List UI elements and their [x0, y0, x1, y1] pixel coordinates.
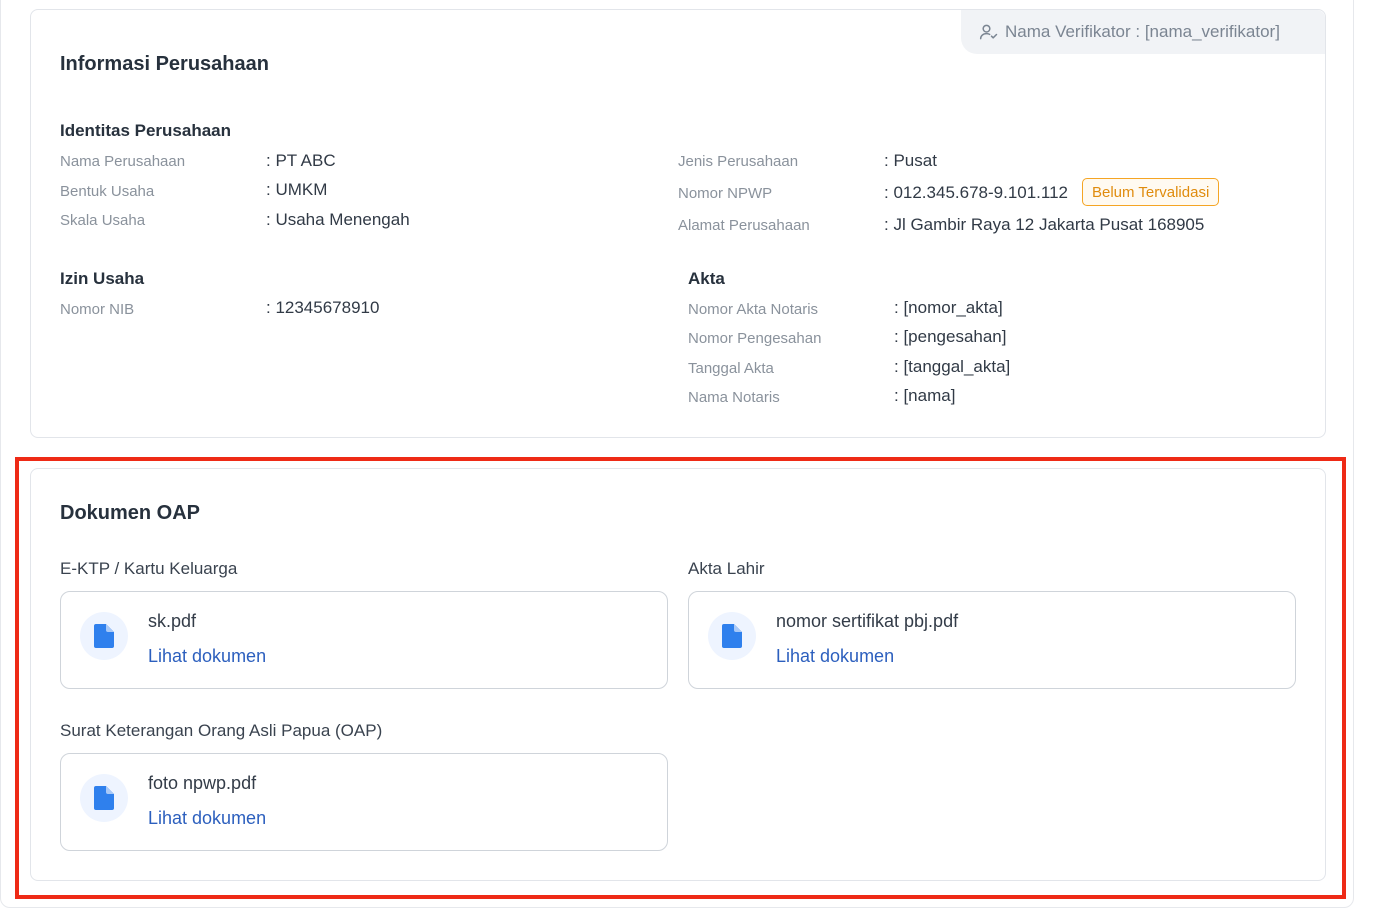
deed-number-label: Nomor Akta Notaris: [688, 301, 819, 318]
company-name-value: : PT ABC: [266, 151, 336, 170]
company-info-card: Nama Verifikator : [nama_verifikator] In…: [30, 9, 1326, 438]
oap-letter-view-document-link[interactable]: Lihat dokumen: [148, 808, 266, 829]
oap-letter-file-name: foto npwp.pdf: [148, 773, 257, 793]
file-icon: [94, 624, 114, 648]
ektp-section-label: E-KTP / Kartu Keluarga: [60, 559, 238, 578]
birth-certificate-document-card: nomor sertifikat pbj.pdf Lihat dokumen: [688, 591, 1296, 689]
ektp-document-card: sk.pdf Lihat dokumen: [60, 591, 668, 689]
deed-number-value: : [nomor_akta]: [894, 298, 1003, 317]
nib-value: : 12345678910: [266, 298, 380, 317]
deed-date-label: Tanggal Akta: [688, 360, 774, 377]
ektp-view-document-link[interactable]: Lihat dokumen: [148, 646, 266, 667]
oap-letter-section-label: Surat Keterangan Orang Asli Papua (OAP): [60, 721, 383, 740]
oap-letter-document-card: foto npwp.pdf Lihat dokumen: [60, 753, 668, 851]
nib-label: Nomor NIB: [60, 301, 135, 318]
business-form-value: : UMKM: [266, 180, 328, 199]
npwp-value: : 012.345.678-9.101.112: [884, 183, 1069, 202]
deed-title: Akta: [688, 269, 725, 288]
oap-title: Dokumen OAP: [60, 502, 201, 524]
company-address-label: Alamat Perusahaan: [678, 217, 810, 234]
file-icon-container: [708, 612, 756, 660]
company-type-value: : Pusat: [884, 151, 937, 170]
ratification-value: : [pengesahan]: [894, 327, 1007, 346]
verifier-label: Nama Verifikator : [nama_verifikator]: [1005, 22, 1280, 41]
file-icon-container: [80, 612, 128, 660]
company-info-title: Informasi Perusahaan: [60, 53, 269, 75]
business-scale-label: Skala Usaha: [60, 212, 146, 229]
birth-certificate-view-document-link[interactable]: Lihat dokumen: [776, 646, 894, 667]
verifier-badge: Nama Verifikator : [nama_verifikator]: [961, 10, 1325, 54]
company-type-label: Jenis Perusahaan: [678, 153, 799, 170]
npwp-label: Nomor NPWP: [678, 185, 773, 202]
identity-title: Identitas Perusahaan: [60, 121, 232, 140]
file-icon: [722, 624, 742, 648]
deed-date-value: : [tanggal_akta]: [894, 357, 1011, 376]
notary-name-label: Nama Notaris: [688, 389, 780, 406]
user-check-icon: [979, 24, 998, 40]
ratification-label: Nomor Pengesahan: [688, 330, 822, 347]
file-icon: [94, 786, 114, 810]
permit-title: Izin Usaha: [60, 269, 145, 288]
npwp-status-badge: Belum Tervalidasi: [1082, 178, 1220, 206]
notary-name-value: : [nama]: [894, 386, 956, 405]
company-address-value: : Jl Gambir Raya 12 Jakarta Pusat 168905: [884, 215, 1205, 234]
file-icon-container: [80, 774, 128, 822]
business-form-label: Bentuk Usaha: [60, 183, 155, 200]
business-scale-value: : Usaha Menengah: [266, 210, 410, 229]
birth-certificate-file-name: nomor sertifikat pbj.pdf: [776, 611, 959, 631]
birth-certificate-section-label: Akta Lahir: [688, 559, 765, 578]
oap-documents-card: Dokumen OAP E-KTP / Kartu Keluarga sk.pd…: [30, 468, 1326, 881]
company-name-label: Nama Perusahaan: [60, 153, 186, 170]
ektp-file-name: sk.pdf: [148, 611, 197, 631]
